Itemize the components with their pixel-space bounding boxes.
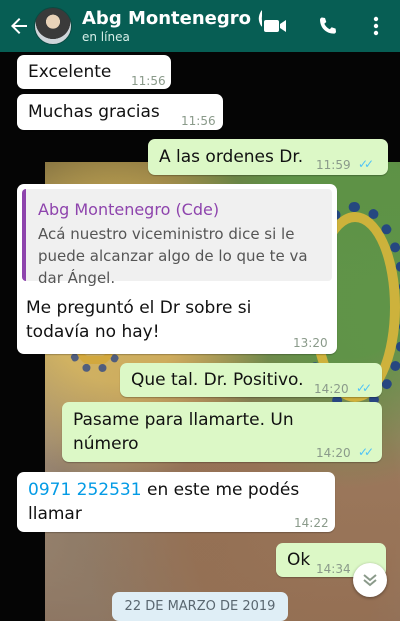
message-text: Que tal. Dr. Positivo.	[131, 370, 304, 390]
phone-icon[interactable]	[310, 0, 346, 52]
quoted-message[interactable]: Abg Montenegro (Cde) Acá nuestro vicemin…	[22, 189, 332, 287]
message-bubble-outgoing[interactable]: Pasame para llamarte. Un número 14:20 ✓✓	[62, 402, 382, 462]
date-separator: 22 DE MARZO DE 2019	[112, 592, 288, 621]
more-options-icon[interactable]	[358, 0, 394, 52]
message-bubble-incoming[interactable]: 0971 252531 en este me podés llamar 14:2…	[17, 472, 335, 532]
video-call-icon[interactable]	[257, 0, 293, 52]
message-text: Me preguntó el Dr sobre si todavía no ha…	[26, 298, 252, 342]
contact-status: en línea	[82, 29, 130, 44]
message-text: Pasame para llamarte. Un número	[73, 410, 294, 454]
read-receipt-icon: ✓✓	[358, 157, 374, 171]
contact-name: Abg Montenegro (...	[82, 7, 262, 29]
message-bubble-incoming[interactable]: Muchas gracias 11:56	[17, 94, 223, 130]
message-bubble-outgoing[interactable]: A las ordenes Dr. 11:59 ✓✓	[148, 139, 388, 175]
message-time: 14:22	[294, 516, 329, 530]
message-bubble-incoming[interactable]: Abg Montenegro (Cde) Acá nuestro vicemin…	[17, 184, 337, 354]
message-bubble-incoming[interactable]: Excelente 11:56	[17, 55, 171, 89]
message-text: 0971 252531 en este me podés llamar	[28, 480, 300, 524]
phone-number-link[interactable]: 0971 252531	[28, 480, 142, 500]
message-bubble-outgoing[interactable]: Que tal. Dr. Positivo. 14:20 ✓✓	[120, 363, 382, 397]
message-time: 11:59	[316, 158, 351, 172]
scroll-to-bottom-button[interactable]	[353, 563, 387, 597]
message-text: Excelente	[28, 62, 112, 82]
quoted-text: Acá nuestro viceministro dice si le pued…	[38, 225, 308, 287]
message-text: Muchas gracias	[28, 102, 160, 122]
contact-info[interactable]: Abg Montenegro (... en línea	[82, 8, 262, 45]
double-chevron-down-icon	[363, 574, 377, 587]
message-time: 13:20	[293, 336, 328, 350]
quoted-author: Abg Montenegro (Cde)	[38, 200, 220, 219]
read-receipt-icon: ✓✓	[358, 445, 374, 459]
message-text: Ok	[287, 550, 311, 570]
message-text: A las ordenes Dr.	[159, 147, 304, 167]
message-time: 14:20	[316, 446, 351, 460]
message-time: 14:34	[316, 562, 351, 576]
chat-header: Abg Montenegro (... en línea	[0, 0, 400, 52]
message-time: 11:56	[181, 114, 216, 128]
message-time: 11:56	[131, 74, 166, 88]
back-arrow-icon[interactable]	[6, 0, 32, 52]
read-receipt-icon: ✓✓	[356, 381, 372, 395]
message-time: 14:20	[314, 382, 349, 396]
avatar[interactable]	[34, 7, 72, 45]
